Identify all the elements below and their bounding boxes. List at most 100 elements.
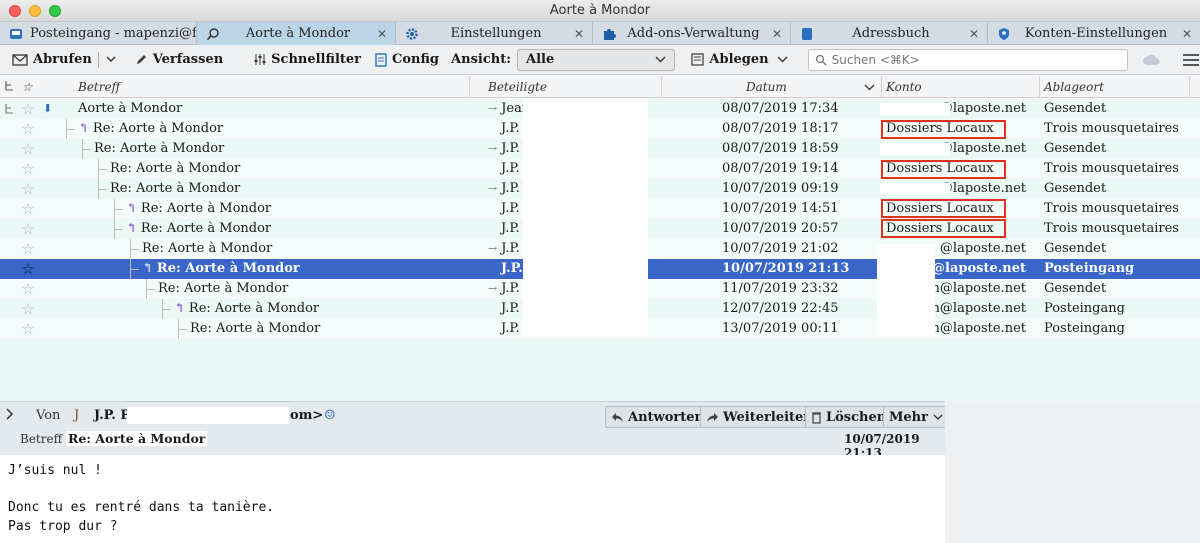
- fetch-menu-button[interactable]: [103, 48, 119, 72]
- star-column-icon[interactable]: ☆: [18, 76, 40, 98]
- message-location: Posteingang: [1044, 321, 1125, 336]
- star-icon[interactable]: ☆: [20, 121, 36, 137]
- star-icon[interactable]: ☆: [20, 181, 36, 197]
- close-icon[interactable]: ✕: [375, 27, 389, 41]
- config-button[interactable]: Config: [369, 48, 445, 72]
- thread-line: [82, 149, 91, 150]
- compose-button[interactable]: Verfassen: [129, 48, 229, 72]
- star-icon[interactable]: ☆: [20, 301, 36, 317]
- thread-toggle-icon[interactable]: [4, 103, 15, 114]
- message-location: Trois mousquetaires: [1044, 221, 1179, 236]
- close-icon[interactable]: ✕: [572, 27, 586, 41]
- inbox-icon: [8, 26, 24, 42]
- menu-hamburger-icon[interactable]: [1182, 53, 1200, 67]
- document-icon: [375, 52, 387, 67]
- title-bar: Aorte à Mondor: [0, 0, 1200, 22]
- column-participants[interactable]: Beteiligte: [484, 76, 662, 98]
- star-icon[interactable]: ☆: [20, 321, 36, 337]
- column-account[interactable]: Konto: [882, 76, 1040, 98]
- message-location: Gesendet: [1044, 281, 1107, 296]
- from-label: Von: [36, 408, 61, 423]
- thread-column-icon[interactable]: [0, 76, 18, 98]
- reply-arrow-icon: ↰: [126, 201, 137, 216]
- tab-search-results[interactable]: Aorte à Mondor ✕: [197, 22, 396, 45]
- sync-cloud-icon[interactable]: [1142, 53, 1160, 67]
- thread-line: [130, 269, 139, 270]
- message-subject: Re: Aorte à Mondor: [110, 161, 241, 176]
- window-title: Aorte à Mondor: [549, 3, 651, 18]
- star-icon[interactable]: ☆: [20, 141, 36, 157]
- search-input[interactable]: Suchen <⌘K>: [807, 48, 1128, 71]
- column-subject[interactable]: Betreff: [74, 76, 470, 98]
- star-icon[interactable]: ☆: [20, 241, 36, 257]
- forward-button[interactable]: Weiterleiten: [700, 406, 819, 428]
- archive-button[interactable]: Ablegen: [685, 48, 793, 72]
- side-panel: [945, 401, 1200, 543]
- window-zoom-button[interactable]: [49, 5, 61, 17]
- star-icon[interactable]: ☆: [20, 161, 36, 177]
- message-location: Posteingang: [1044, 301, 1125, 316]
- from-name[interactable]: J.P. P: [94, 408, 130, 423]
- archive-icon: [691, 53, 705, 66]
- message-location: Gesendet: [1044, 241, 1107, 256]
- message-account: Dossiers Locaux: [886, 221, 994, 236]
- message-location: Gesendet: [1044, 101, 1107, 116]
- chevron-down-icon: [777, 52, 788, 67]
- message-date: 08/07/2019 18:17: [722, 121, 839, 136]
- search-icon: [815, 54, 827, 66]
- tab-account-settings[interactable]: Konten-Einstellungen ✕: [988, 22, 1200, 45]
- star-icon[interactable]: ☆: [20, 221, 36, 237]
- quick-filter-button[interactable]: Schnellfilter: [247, 48, 367, 72]
- tab-address-book[interactable]: Adressbuch ✕: [791, 22, 988, 45]
- thread-expanded-icon[interactable]: ⬇: [43, 99, 52, 119]
- column-picker-icon[interactable]: [1190, 76, 1200, 98]
- expand-chevron-icon[interactable]: [6, 408, 14, 424]
- search-icon: [205, 26, 221, 42]
- star-icon[interactable]: ☆: [20, 281, 36, 297]
- column-date[interactable]: Datum: [662, 76, 882, 98]
- message-account: Dossiers Locaux: [886, 201, 994, 216]
- tab-bar: Posteingang - mapenzi@fr Aorte à Mondor …: [0, 22, 1200, 45]
- message-subject: Re: Aorte à Mondor: [142, 241, 273, 256]
- tab-inbox[interactable]: Posteingang - mapenzi@fr: [0, 22, 197, 45]
- star-icon[interactable]: ☆: [20, 101, 36, 117]
- message-date: 08/07/2019 17:34: [722, 101, 839, 116]
- close-icon[interactable]: ✕: [770, 27, 784, 41]
- filter-icon: [253, 53, 266, 66]
- tab-settings[interactable]: Einstellungen ✕: [396, 22, 593, 45]
- avatar: J: [74, 408, 80, 423]
- message-date: 13/07/2019 00:11: [722, 321, 839, 336]
- close-icon[interactable]: ✕: [1180, 27, 1194, 41]
- reply-icon: [611, 412, 624, 423]
- column-location[interactable]: Ablageort: [1040, 76, 1190, 98]
- close-icon[interactable]: ✕: [967, 27, 981, 41]
- star-icon[interactable]: ☆: [20, 201, 36, 217]
- window-minimize-button[interactable]: [29, 5, 41, 17]
- reply-arrow-icon: ↰: [174, 301, 185, 316]
- reply-button[interactable]: Antworten: [605, 406, 710, 428]
- message-list-header: ☆ Betreff Beteiligte Datum Konto Ablageo…: [0, 76, 1200, 98]
- redaction-block: [880, 183, 950, 195]
- message-subject: Re: Aorte à Mondor: [110, 181, 241, 196]
- message-subject: Re: Aorte à Mondor: [190, 321, 321, 336]
- reply-arrow-icon: ↰: [142, 261, 153, 276]
- thread-line: [98, 189, 107, 190]
- window-close-button[interactable]: [9, 5, 21, 17]
- gear-icon: [404, 26, 420, 42]
- message-subject: Re: Aorte à Mondor: [92, 121, 224, 136]
- more-button[interactable]: Mehr: [883, 406, 949, 428]
- address-book-icon: [799, 26, 815, 42]
- message-location: Posteingang: [1044, 261, 1135, 276]
- fetch-button[interactable]: Abrufen: [6, 48, 94, 72]
- message-header-pane: Von J J.P. P om> ☺ Antworten Weiterleite…: [0, 401, 949, 460]
- view-select[interactable]: Alle: [517, 48, 676, 71]
- message-date: 10/07/2019 09:19: [722, 181, 839, 196]
- delete-button[interactable]: Löschen: [805, 406, 893, 428]
- tab-addons[interactable]: Add-ons-Verwaltung ✕: [593, 22, 791, 45]
- view-label: Ansicht:: [451, 52, 511, 67]
- thread-line: [178, 329, 187, 330]
- star-icon[interactable]: ☆: [20, 261, 36, 277]
- thread-line: [146, 289, 155, 290]
- message-subject: Re: Aorte à Mondor: [188, 301, 320, 316]
- contact-status-icon[interactable]: ☺: [324, 408, 336, 423]
